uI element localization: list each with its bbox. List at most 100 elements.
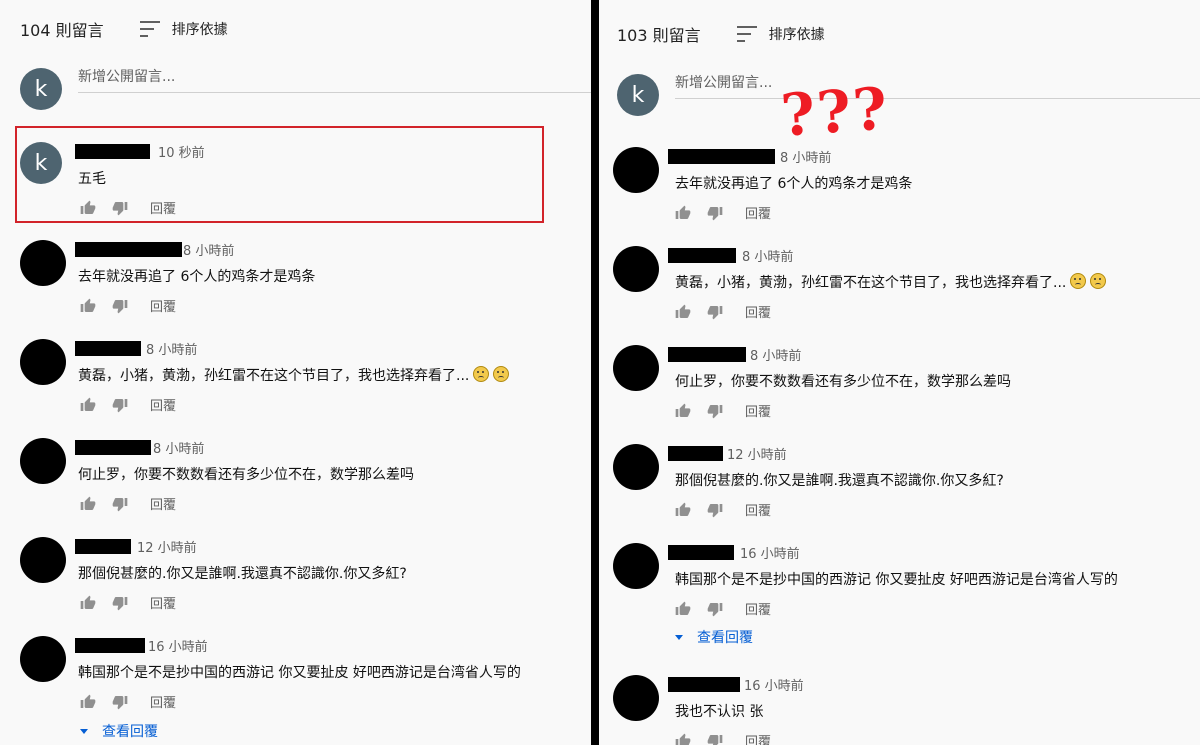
redacted-author-name[interactable] bbox=[668, 149, 775, 164]
redacted-author-name[interactable] bbox=[668, 347, 746, 362]
reply-button[interactable]: 回覆 bbox=[745, 203, 771, 222]
comment-time[interactable]: 8 小時前 bbox=[146, 339, 197, 358]
reply-button[interactable]: 回覆 bbox=[745, 302, 771, 321]
comment-text: 黄磊，小猪，黄渤，孙红雷不在这个节目了，我也选择弃看了... bbox=[78, 365, 510, 385]
commenter-avatar[interactable] bbox=[613, 345, 659, 391]
comment-actions: 回覆 bbox=[80, 296, 176, 315]
thumbs-up-icon[interactable] bbox=[675, 304, 691, 320]
thumbs-down-icon[interactable] bbox=[707, 205, 723, 221]
sort-icon[interactable] bbox=[736, 26, 757, 42]
sort-by-button[interactable]: 排序依據 bbox=[172, 19, 228, 39]
view-replies-label: 查看回覆 bbox=[102, 724, 158, 740]
redacted-author-name[interactable] bbox=[75, 242, 182, 257]
comment-text: 何止罗，你要不数数看还有多少位不在，数学那么差吗 bbox=[78, 467, 414, 483]
commenter-avatar[interactable] bbox=[613, 246, 659, 292]
frowning-face-icon bbox=[473, 366, 490, 382]
redacted-author-name[interactable] bbox=[668, 545, 734, 560]
comment-text: 去年就没再追了 6个人的鸡条才是鸡条 bbox=[675, 176, 913, 192]
comment-count: 103 則留言 bbox=[617, 26, 701, 45]
thumbs-down-icon[interactable] bbox=[112, 298, 128, 314]
thumbs-up-icon[interactable] bbox=[80, 397, 96, 413]
commenter-avatar[interactable] bbox=[20, 537, 66, 583]
sort-by-button[interactable]: 排序依據 bbox=[769, 24, 825, 44]
comment-actions: 回覆 bbox=[675, 731, 771, 745]
comment-time[interactable]: 8 小時前 bbox=[183, 240, 234, 259]
comment-item: 12 小時前 那個倪甚麼的.你又是誰啊.我還真不認識你.你又多紅? 回覆 bbox=[613, 442, 1173, 534]
redacted-author-name[interactable] bbox=[75, 440, 151, 455]
comments-header: 104 則留言 排序依據 bbox=[20, 17, 228, 41]
comment-time[interactable]: 12 小時前 bbox=[137, 537, 197, 556]
thumbs-up-icon[interactable] bbox=[80, 298, 96, 314]
commenter-avatar[interactable] bbox=[20, 438, 66, 484]
reply-button[interactable]: 回覆 bbox=[150, 692, 176, 711]
thumbs-up-icon[interactable] bbox=[675, 403, 691, 419]
comment-text: 何止罗，你要不数数看还有多少位不在，数学那么差吗 bbox=[675, 374, 1011, 390]
comment-item: 8 小時前 去年就没再追了 6个人的鸡条才是鸡条 回覆 bbox=[20, 238, 580, 330]
view-replies-button[interactable]: 查看回覆 bbox=[80, 721, 158, 741]
thumbs-down-icon[interactable] bbox=[707, 601, 723, 617]
thumbs-up-icon[interactable] bbox=[80, 496, 96, 512]
sort-icon[interactable] bbox=[139, 21, 160, 37]
comment-time[interactable]: 16 小時前 bbox=[740, 543, 800, 562]
caret-down-icon bbox=[80, 728, 88, 734]
reply-button[interactable]: 回覆 bbox=[745, 599, 771, 618]
thumbs-down-icon[interactable] bbox=[112, 496, 128, 512]
comment-time[interactable]: 8 小時前 bbox=[780, 147, 831, 166]
thumbs-down-icon[interactable] bbox=[707, 502, 723, 518]
thumbs-down-icon[interactable] bbox=[112, 595, 128, 611]
comment-time[interactable]: 16 小時前 bbox=[744, 675, 804, 694]
comment-actions: 回覆 bbox=[80, 395, 176, 414]
commenter-avatar[interactable] bbox=[20, 240, 66, 286]
redacted-author-name[interactable] bbox=[75, 341, 141, 356]
reply-button[interactable]: 回覆 bbox=[745, 731, 771, 745]
thumbs-up-icon[interactable] bbox=[675, 601, 691, 617]
panel-divider bbox=[591, 0, 599, 745]
commenter-avatar[interactable] bbox=[20, 636, 66, 682]
thumbs-up-icon[interactable] bbox=[675, 733, 691, 745]
thumbs-up-icon[interactable] bbox=[80, 694, 96, 710]
commenter-avatar[interactable] bbox=[613, 444, 659, 490]
commenter-avatar[interactable] bbox=[613, 543, 659, 589]
comment-time[interactable]: 8 小時前 bbox=[153, 438, 204, 457]
comment-time[interactable]: 12 小時前 bbox=[727, 444, 787, 463]
thumbs-down-icon[interactable] bbox=[707, 304, 723, 320]
redacted-author-name[interactable] bbox=[75, 539, 131, 554]
user-avatar[interactable]: k bbox=[20, 68, 62, 110]
reply-button[interactable]: 回覆 bbox=[150, 395, 176, 414]
comment-time[interactable]: 8 小時前 bbox=[750, 345, 801, 364]
commenter-avatar[interactable] bbox=[613, 147, 659, 193]
thumbs-down-icon[interactable] bbox=[112, 397, 128, 413]
reply-button[interactable]: 回覆 bbox=[745, 500, 771, 519]
comment-time[interactable]: 16 小時前 bbox=[148, 636, 208, 655]
redacted-author-name[interactable] bbox=[668, 446, 723, 461]
comment-count: 104 則留言 bbox=[20, 21, 104, 40]
thumbs-up-icon[interactable] bbox=[80, 595, 96, 611]
comment-actions: 回覆 bbox=[675, 203, 771, 222]
comment-text-content: 黄磊，小猪，黄渤，孙红雷不在这个节目了，我也选择弃看了... bbox=[675, 275, 1067, 291]
reply-button[interactable]: 回覆 bbox=[150, 593, 176, 612]
add-comment-input[interactable]: 新增公開留言... bbox=[78, 66, 591, 93]
thumbs-down-icon[interactable] bbox=[707, 733, 723, 745]
reply-button[interactable]: 回覆 bbox=[150, 494, 176, 513]
view-replies-button[interactable]: 查看回覆 bbox=[675, 627, 753, 647]
reply-button[interactable]: 回覆 bbox=[745, 401, 771, 420]
redacted-author-name[interactable] bbox=[668, 248, 736, 263]
comments-panel-right: 103 則留言 排序依據 k 新增公開留言... ??? 8 小時前 去年就没再… bbox=[599, 0, 1200, 745]
redacted-author-name[interactable] bbox=[75, 638, 145, 653]
commenter-avatar[interactable] bbox=[613, 675, 659, 721]
comment-item: 8 小時前 黄磊，小猪，黄渤，孙红雷不在这个节目了，我也选择弃看了... 回覆 bbox=[613, 244, 1173, 336]
user-avatar[interactable]: k bbox=[617, 74, 659, 116]
comment-text: 那個倪甚麼的.你又是誰啊.我還真不認識你.你又多紅? bbox=[78, 566, 407, 582]
reply-button[interactable]: 回覆 bbox=[150, 296, 176, 315]
thumbs-up-icon[interactable] bbox=[675, 502, 691, 518]
comment-time[interactable]: 8 小時前 bbox=[742, 246, 793, 265]
comment-item: 8 小時前 何止罗，你要不数数看还有多少位不在，数学那么差吗 回覆 bbox=[613, 343, 1173, 435]
thumbs-down-icon[interactable] bbox=[112, 694, 128, 710]
redacted-author-name[interactable] bbox=[668, 677, 740, 692]
comment-actions: 回覆 bbox=[80, 692, 176, 711]
add-comment-input[interactable]: 新增公開留言... bbox=[675, 72, 1200, 99]
thumbs-up-icon[interactable] bbox=[675, 205, 691, 221]
commenter-avatar[interactable] bbox=[20, 339, 66, 385]
thumbs-down-icon[interactable] bbox=[707, 403, 723, 419]
comment-item: 8 小時前 何止罗，你要不数数看还有多少位不在，数学那么差吗 回覆 bbox=[20, 436, 580, 528]
